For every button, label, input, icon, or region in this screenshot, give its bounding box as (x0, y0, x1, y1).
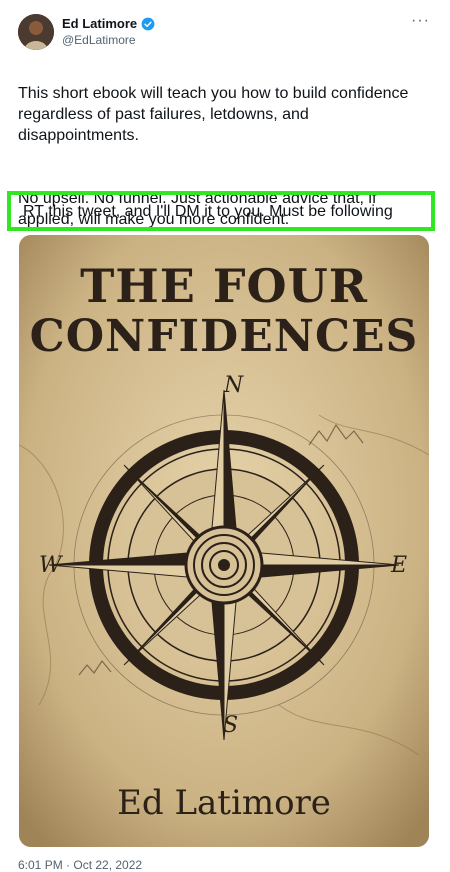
compass-south-label: S (223, 713, 239, 738)
more-options-icon[interactable]: ··· (411, 12, 430, 30)
name-row: Ed Latimore (62, 16, 155, 31)
cover-title-line-1: THE FOUR (80, 259, 368, 313)
compass-west-label: W (39, 553, 62, 578)
verified-badge-icon (141, 17, 155, 30)
cover-title-line-2: CONFIDENCES (29, 311, 419, 362)
compass-north-label: N (224, 373, 244, 398)
avatar[interactable] (18, 14, 54, 50)
avatar-image (18, 14, 54, 50)
highlighted-tweet-line: RT this tweet, and I'll DM it to you. Mu… (23, 203, 393, 220)
tweet-paragraph-1: This short ebook will teach you how to b… (18, 85, 409, 144)
tweet: Ed Latimore @EdLatimore ··· This short e… (0, 0, 450, 872)
tweet-media-image[interactable]: THE FOUR CONFIDENCES N S W E Ed Latimore (19, 235, 429, 847)
compass-east-label: E (391, 553, 408, 578)
cover-author: Ed Latimore (117, 783, 331, 823)
tweet-timestamp[interactable]: 6:01 PM · Oct 22, 2022 (18, 858, 142, 872)
user-handle[interactable]: @EdLatimore (62, 33, 136, 47)
highlight-box: RT this tweet, and I'll DM it to you. Mu… (7, 191, 435, 231)
tweet-header: Ed Latimore @EdLatimore ··· (18, 12, 438, 54)
display-name[interactable]: Ed Latimore (62, 16, 137, 31)
